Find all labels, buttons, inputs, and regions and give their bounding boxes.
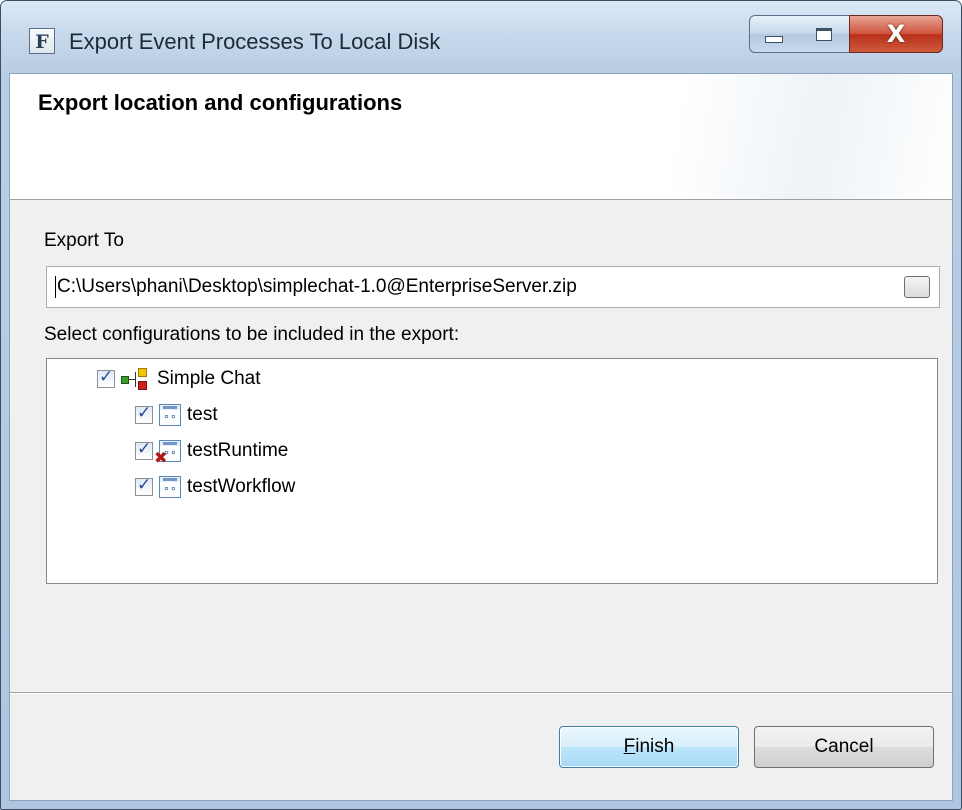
testworkflow-checkbox[interactable]: [135, 475, 153, 496]
root-checkbox[interactable]: [97, 367, 115, 388]
close-button[interactable]: X: [849, 15, 943, 53]
page-title: Export location and configurations: [38, 90, 403, 115]
maximize-icon: [816, 27, 832, 41]
configurations-tree[interactable]: Simple Chat test ✖ testRuntime testWorkf…: [46, 358, 938, 584]
minimize-icon: [765, 35, 783, 43]
export-path-input[interactable]: C:\Users\phani\Desktop\simplechat-1.0@En…: [46, 266, 940, 308]
finish-mnemonic: F: [623, 736, 636, 757]
maximize-button[interactable]: [798, 15, 850, 53]
tree-item-label: testRuntime: [187, 440, 289, 461]
tree-item-label: test: [187, 404, 218, 425]
tree-item-label: testWorkflow: [187, 476, 296, 497]
test-checkbox[interactable]: [135, 403, 153, 424]
title-bar[interactable]: F Export Event Processes To Local Disk X: [1, 1, 961, 73]
cancel-button[interactable]: Cancel: [754, 726, 934, 768]
app-icon: F: [29, 28, 55, 54]
tree-item-root[interactable]: Simple Chat: [97, 365, 261, 393]
export-dialog-window: F Export Event Processes To Local Disk X…: [0, 0, 962, 810]
browse-button[interactable]: [904, 276, 930, 298]
tree-item-label: Simple Chat: [157, 368, 261, 389]
configuration-icon: ✖: [154, 440, 181, 466]
close-icon: X: [886, 20, 906, 48]
project-icon: [121, 368, 151, 390]
wizard-banner: Export location and configurations: [10, 74, 952, 200]
tree-item-testworkflow[interactable]: testWorkflow: [135, 473, 295, 501]
window-title: Export Event Processes To Local Disk: [69, 29, 441, 54]
configuration-icon: [159, 404, 181, 426]
configurations-label: Select configurations to be included in …: [44, 324, 460, 345]
error-icon: ✖: [154, 448, 168, 467]
minimize-button[interactable]: [749, 15, 799, 53]
finish-label: inish: [635, 736, 675, 757]
button-bar-separator: [10, 692, 952, 694]
export-path-value[interactable]: C:\Users\phani\Desktop\simplechat-1.0@En…: [55, 276, 577, 298]
tree-item-testruntime[interactable]: ✖ testRuntime: [135, 437, 289, 466]
finish-button[interactable]: Finish: [559, 726, 739, 768]
dialog-content: Export location and configurations Expor…: [9, 73, 953, 801]
testruntime-checkbox[interactable]: [135, 439, 153, 460]
configuration-icon: [159, 476, 181, 498]
tree-item-test[interactable]: test: [135, 401, 218, 429]
export-to-label: Export To: [44, 230, 124, 251]
